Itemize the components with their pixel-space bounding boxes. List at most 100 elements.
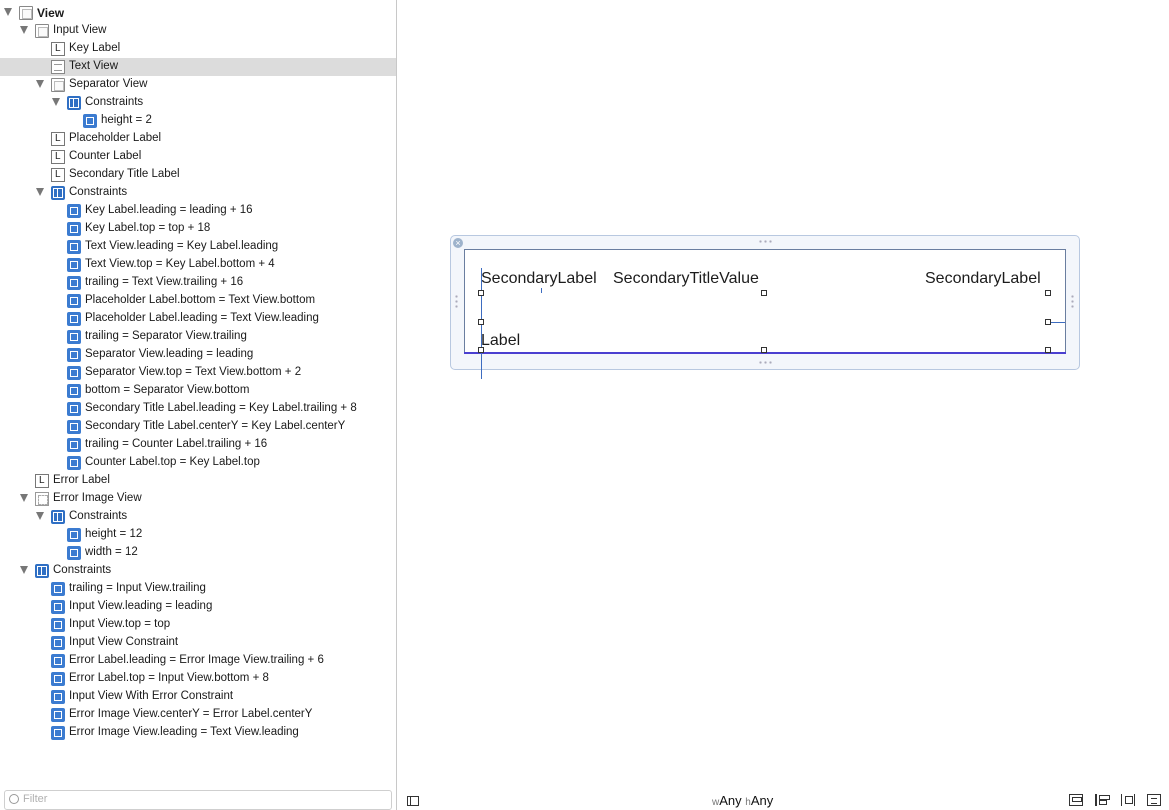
image-icon <box>35 492 49 506</box>
outline-row[interactable]: Constraints <box>0 562 396 580</box>
outline-row-label: trailing = Separator View.trailing <box>85 330 247 342</box>
outline-row[interactable]: Placeholder Label <box>0 130 396 148</box>
constraint-icon <box>51 600 65 614</box>
filter-input[interactable] <box>23 792 383 806</box>
constraint-icon <box>67 240 81 254</box>
outline-row[interactable]: Key Label <box>0 40 396 58</box>
label-icon <box>51 150 65 164</box>
toggle-outline-icon[interactable] <box>407 796 419 806</box>
disclosure-triangle-icon[interactable] <box>20 566 28 574</box>
outline-row-label: Secondary Title Label.leading = Key Labe… <box>85 402 357 414</box>
outline-row-label: Counter Label.top = Key Label.top <box>85 456 260 468</box>
outline-row[interactable]: Secondary Title Label.leading = Key Labe… <box>0 400 396 418</box>
outline-row[interactable]: Constraints <box>0 94 396 112</box>
document-outline: View Input View Key Label Text View Separato… <box>0 0 397 810</box>
outline-row[interactable]: View <box>0 4 396 22</box>
outline-row[interactable]: Text View.top = Key Label.bottom + 4 <box>0 256 396 274</box>
selection-handle[interactable] <box>1045 347 1051 353</box>
outline-row[interactable]: Key Label.top = top + 18 <box>0 220 396 238</box>
outline-row[interactable]: Secondary Title Label.centerY = Key Labe… <box>0 418 396 436</box>
filter-field[interactable] <box>4 790 392 810</box>
selection-handle[interactable] <box>478 290 484 296</box>
disclosure-triangle-icon[interactable] <box>36 80 44 88</box>
resize-handle-left-icon[interactable] <box>455 294 458 308</box>
outline-row-label: Constraints <box>53 564 112 576</box>
constraint-icon <box>67 348 81 362</box>
outline-row[interactable]: Error Label.leading = Error Image View.t… <box>0 652 396 670</box>
outline-row[interactable]: width = 12 <box>0 544 396 562</box>
selection-handle[interactable] <box>1045 290 1051 296</box>
disclosure-triangle-icon[interactable] <box>36 188 44 196</box>
disclosure-triangle-icon[interactable] <box>52 98 60 106</box>
outline-row[interactable]: Key Label.leading = leading + 16 <box>0 202 396 220</box>
outline-row[interactable]: trailing = Counter Label.trailing + 16 <box>0 436 396 454</box>
outline-row[interactable]: Constraints <box>0 508 396 526</box>
constraint-icon <box>67 258 81 272</box>
selection-handle[interactable] <box>478 347 484 353</box>
outline-row-label: trailing = Input View.trailing <box>69 582 206 594</box>
outline-row[interactable]: height = 12 <box>0 526 396 544</box>
outline-row[interactable]: trailing = Text View.trailing + 16 <box>0 274 396 292</box>
resize-handle-top-icon[interactable] <box>758 240 772 243</box>
selection-handle[interactable] <box>1045 319 1051 325</box>
disclosure-triangle-icon[interactable] <box>20 26 28 34</box>
outline-row[interactable]: Placeholder Label.bottom = Text View.bot… <box>0 292 396 310</box>
outline-row[interactable]: Text View.leading = Key Label.leading <box>0 238 396 256</box>
outline-row-label: Error Label.top = Input View.bottom + 8 <box>69 672 269 684</box>
outline-row[interactable]: Counter Label.top = Key Label.top <box>0 454 396 472</box>
outline-row-label: Input View Constraint <box>69 636 179 648</box>
disclosure-triangle-icon[interactable] <box>36 512 44 520</box>
outline-row[interactable]: Constraints <box>0 184 396 202</box>
interface-builder-canvas[interactable] <box>397 0 1169 788</box>
outline-row-label: trailing = Counter Label.trailing + 16 <box>85 438 268 450</box>
constraint-icon <box>67 402 81 416</box>
secondary-title-label[interactable]: SecondaryTitleValue <box>613 270 759 288</box>
size-class-button[interactable]: wAny hAny <box>712 793 773 808</box>
outline-row[interactable]: Secondary Title Label <box>0 166 396 184</box>
outline-row[interactable]: trailing = Input View.trailing <box>0 580 396 598</box>
pin-icon[interactable] <box>1121 794 1135 806</box>
counter-label[interactable]: SecondaryLabel <box>925 270 1041 288</box>
outline-row[interactable]: Error Label <box>0 472 396 490</box>
outline-row[interactable]: Input View Constraint <box>0 634 396 652</box>
outline-row[interactable]: Input View.top = top <box>0 616 396 634</box>
outline-row[interactable]: Separator View.top = Text View.bottom + … <box>0 364 396 382</box>
outline-row[interactable]: Separator View.leading = leading <box>0 346 396 364</box>
resize-handle-bottom-icon[interactable] <box>758 361 772 364</box>
outline-row[interactable]: Error Image View <box>0 490 396 508</box>
key-label[interactable]: SecondaryLabel <box>481 270 597 288</box>
outline-row[interactable]: Counter Label <box>0 148 396 166</box>
outline-row[interactable]: Error Image View.centerY = Error Label.c… <box>0 706 396 724</box>
disclosure-triangle-icon[interactable] <box>20 494 28 502</box>
selection-handle[interactable] <box>761 347 767 353</box>
outline-row[interactable]: Input View With Error Constraint <box>0 688 396 706</box>
outline-row-label: Text View.leading = Key Label.leading <box>85 240 279 252</box>
outline-row[interactable]: height = 2 <box>0 112 396 130</box>
outline-row[interactable]: Error Image View.leading = Text View.lea… <box>0 724 396 742</box>
align-icon[interactable] <box>1095 794 1110 806</box>
outline-row[interactable]: Error Label.top = Input View.bottom + 8 <box>0 670 396 688</box>
outline-row[interactable]: Input View <box>0 22 396 40</box>
embed-in-stack-icon[interactable] <box>1069 794 1083 806</box>
outline-row-label: Separator View.top = Text View.bottom + … <box>85 366 302 378</box>
input-view[interactable] <box>464 249 1066 354</box>
guide-tick <box>541 288 542 293</box>
selection-handle[interactable] <box>761 290 767 296</box>
outline-row[interactable]: Input View.leading = leading <box>0 598 396 616</box>
constraint-icon <box>67 294 81 308</box>
outline-row[interactable]: Separator View <box>0 76 396 94</box>
outline-row[interactable]: trailing = Separator View.trailing <box>0 328 396 346</box>
placeholder-label[interactable]: Label <box>481 332 520 350</box>
resize-handle-right-icon[interactable] <box>1071 294 1074 308</box>
constraint-icon <box>67 276 81 290</box>
selection-handle[interactable] <box>478 319 484 325</box>
resolve-auto-layout-icon[interactable] <box>1147 794 1161 806</box>
outline-row[interactable]: bottom = Separator View.bottom <box>0 382 396 400</box>
outline-row[interactable]: Text View <box>0 58 396 76</box>
close-icon[interactable]: × <box>453 238 463 248</box>
outline-row[interactable]: Placeholder Label.leading = Text View.le… <box>0 310 396 328</box>
label-icon <box>51 168 65 182</box>
outline-row-label: Error Image View.leading = Text View.lea… <box>69 726 299 738</box>
constraints-icon <box>67 96 81 110</box>
disclosure-triangle-icon[interactable] <box>4 8 12 16</box>
